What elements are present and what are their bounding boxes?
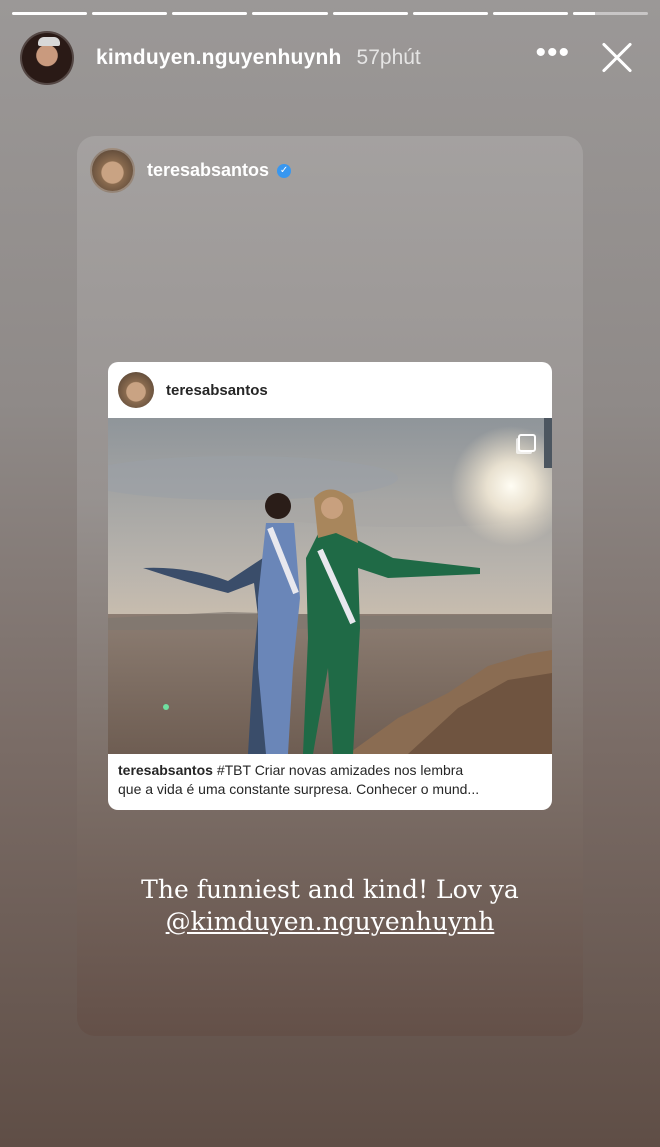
multiple-photos-icon — [518, 434, 536, 452]
story-username[interactable]: kimduyen.nguyenhuynh — [96, 46, 342, 70]
caption-text-line-1: #TBT Criar novas amizades nos lembra — [216, 762, 464, 778]
story-progress-bar — [12, 12, 648, 15]
progress-segment — [332, 12, 408, 15]
progress-segment — [252, 12, 328, 15]
embedded-post[interactable]: teresabsantos teresabsantos #TBT Criar n… — [108, 362, 552, 810]
progress-fill — [12, 12, 88, 15]
story-timestamp: 57phút — [356, 46, 421, 69]
progress-segment — [572, 12, 648, 15]
story-header: kimduyen.nguyenhuynh 57phút ••• — [20, 30, 644, 86]
progress-segment — [172, 12, 248, 15]
story-caption: The funniest and kind! Lov ya @kimduyen.… — [77, 874, 583, 938]
post-username[interactable]: teresabsantos — [166, 382, 268, 399]
progress-segment — [492, 12, 568, 15]
progress-fill — [332, 12, 408, 15]
shared-post-header: teresabsantos ✓ — [90, 148, 292, 193]
story-caption-line: The funniest and kind! Lov ya — [141, 875, 519, 904]
progress-fill — [412, 12, 488, 15]
shared-post-card[interactable]: teresabsantos ✓ teresabsantos teresabsan… — [77, 136, 583, 1036]
post-header: teresabsantos — [108, 362, 552, 418]
progress-segment — [12, 12, 88, 15]
avatar[interactable] — [90, 148, 135, 193]
progress-segment — [412, 12, 488, 15]
progress-fill — [172, 12, 248, 15]
post-caption[interactable]: teresabsantos #TBT Criar novas amizades … — [118, 761, 542, 799]
post-photo[interactable] — [108, 418, 552, 754]
caption-username[interactable]: teresabsantos — [118, 762, 213, 778]
caption-text-line-2: que a vida é uma constante surpresa. Con… — [118, 781, 480, 797]
verified-badge-icon: ✓ — [277, 163, 292, 178]
progress-fill — [92, 12, 168, 15]
avatar[interactable] — [20, 31, 74, 85]
more-dots-icon[interactable]: ••• — [535, 38, 570, 78]
progress-fill — [572, 12, 596, 15]
avatar[interactable] — [118, 372, 154, 408]
progress-fill — [252, 12, 328, 15]
progress-fill — [492, 12, 568, 15]
mention-link[interactable]: @kimduyen.nguyenhuynh — [77, 906, 583, 938]
progress-segment — [92, 12, 168, 15]
close-icon[interactable] — [600, 41, 634, 75]
shared-username[interactable]: teresabsantos — [147, 160, 269, 181]
